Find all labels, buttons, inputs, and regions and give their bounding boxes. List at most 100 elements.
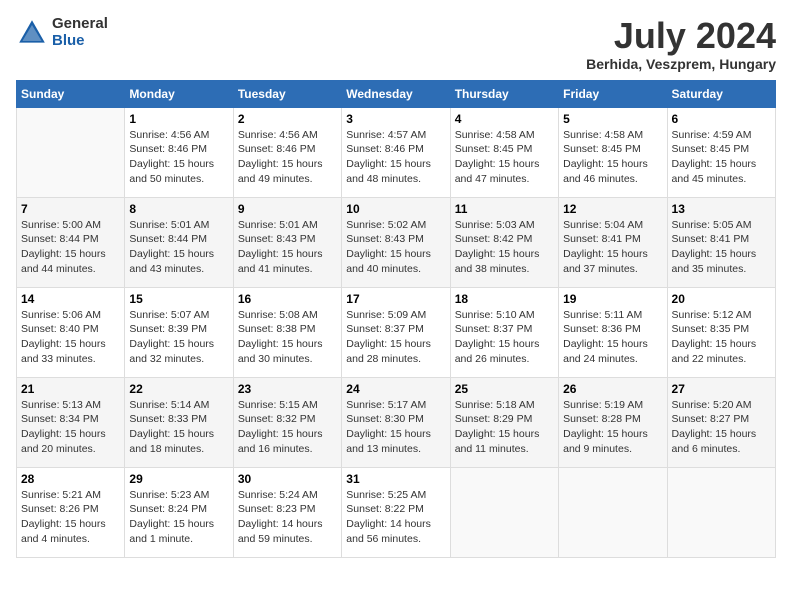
- day-info: Sunrise: 5:20 AMSunset: 8:27 PMDaylight:…: [672, 398, 771, 457]
- calendar-cell: 9Sunrise: 5:01 AMSunset: 8:43 PMDaylight…: [233, 197, 341, 287]
- weekday-header: Wednesday: [342, 80, 450, 107]
- day-info: Sunrise: 5:14 AMSunset: 8:33 PMDaylight:…: [129, 398, 228, 457]
- day-info: Sunrise: 5:05 AMSunset: 8:41 PMDaylight:…: [672, 218, 771, 277]
- day-info: Sunrise: 5:15 AMSunset: 8:32 PMDaylight:…: [238, 398, 337, 457]
- weekday-header: Sunday: [17, 80, 125, 107]
- calendar-cell: 30Sunrise: 5:24 AMSunset: 8:23 PMDayligh…: [233, 467, 341, 557]
- logo-blue-text: Blue: [52, 33, 108, 50]
- day-info: Sunrise: 5:11 AMSunset: 8:36 PMDaylight:…: [563, 308, 662, 367]
- calendar-cell: [450, 467, 558, 557]
- day-number: 17: [346, 292, 445, 306]
- logo: General Blue: [16, 16, 108, 49]
- calendar-cell: 23 Sunrise: 5:15 AMSunset: 8:32 PMDayligh…: [233, 377, 341, 467]
- day-info: Sunrise: 5:23 AMSunset: 8:24 PMDaylight:…: [129, 488, 228, 547]
- calendar-cell: 11Sunrise: 5:03 AMSunset: 8:42 PMDayligh…: [450, 197, 558, 287]
- day-info: Sunrise: 5:21 AMSunset: 8:26 PMDaylight:…: [21, 488, 120, 547]
- day-number: 26: [563, 382, 662, 396]
- logo-text: General Blue: [52, 16, 108, 49]
- calendar-cell: 27Sunrise: 5:20 AMSunset: 8:27 PMDayligh…: [667, 377, 775, 467]
- day-info: Sunrise: 5:10 AMSunset: 8:37 PMDaylight:…: [455, 308, 554, 367]
- calendar-cell: [559, 467, 667, 557]
- day-info: Sunrise: 5:25 AMSunset: 8:22 PMDaylight:…: [346, 488, 445, 547]
- day-info: Sunrise: 5:00 AMSunset: 8:44 PMDaylight:…: [21, 218, 120, 277]
- day-number: 28: [21, 472, 120, 486]
- calendar-cell: 12 Sunrise: 5:04 AMSunset: 8:41 PMDayligh…: [559, 197, 667, 287]
- day-number: 21: [21, 382, 120, 396]
- weekday-header: Monday: [125, 80, 233, 107]
- calendar-cell: 16Sunrise: 5:08 AMSunset: 8:38 PMDayligh…: [233, 287, 341, 377]
- day-number: 6: [672, 112, 771, 126]
- day-info: Sunrise: 5:03 AMSunset: 8:42 PMDaylight:…: [455, 218, 554, 277]
- calendar-week-row: 7 Sunrise: 5:00 AMSunset: 8:44 PMDaylight…: [17, 197, 776, 287]
- day-number: 14: [21, 292, 120, 306]
- calendar-cell: 8 Sunrise: 5:01 AMSunset: 8:44 PMDaylight…: [125, 197, 233, 287]
- weekday-header: Tuesday: [233, 80, 341, 107]
- day-info: Sunrise: 5:02 AMSunset: 8:43 PMDaylight:…: [346, 218, 445, 277]
- day-info: Sunrise: 5:01 AMSunset: 8:44 PMDaylight:…: [129, 218, 228, 277]
- day-number: 10: [346, 202, 445, 216]
- weekday-header: Thursday: [450, 80, 558, 107]
- calendar-cell: 31Sunrise: 5:25 AMSunset: 8:22 PMDayligh…: [342, 467, 450, 557]
- day-number: 22: [129, 382, 228, 396]
- day-info: Sunrise: 5:18 AMSunset: 8:29 PMDaylight:…: [455, 398, 554, 457]
- day-info: Sunrise: 4:58 AMSunset: 8:45 PMDaylight:…: [455, 128, 554, 187]
- day-info: Sunrise: 4:59 AMSunset: 8:45 PMDaylight:…: [672, 128, 771, 187]
- calendar-cell: 21Sunrise: 5:13 AMSunset: 8:34 PMDayligh…: [17, 377, 125, 467]
- day-number: 15: [129, 292, 228, 306]
- day-number: 5: [563, 112, 662, 126]
- day-info: Sunrise: 5:01 AMSunset: 8:43 PMDaylight:…: [238, 218, 337, 277]
- calendar-cell: 29Sunrise: 5:23 AMSunset: 8:24 PMDayligh…: [125, 467, 233, 557]
- day-info: Sunrise: 5:04 AMSunset: 8:41 PMDaylight:…: [563, 218, 662, 277]
- day-number: 12: [563, 202, 662, 216]
- calendar-cell: 26Sunrise: 5:19 AMSunset: 8:28 PMDayligh…: [559, 377, 667, 467]
- calendar-cell: 14 Sunrise: 5:06 AMSunset: 8:40 PMDayligh…: [17, 287, 125, 377]
- calendar-table: SundayMondayTuesdayWednesdayThursdayFrid…: [16, 80, 776, 558]
- day-info: Sunrise: 5:09 AMSunset: 8:37 PMDaylight:…: [346, 308, 445, 367]
- calendar-cell: 2 Sunrise: 4:56 AMSunset: 8:46 PMDaylight…: [233, 107, 341, 197]
- calendar-cell: 24Sunrise: 5:17 AMSunset: 8:30 PMDayligh…: [342, 377, 450, 467]
- day-info: Sunrise: 5:12 AMSunset: 8:35 PMDaylight:…: [672, 308, 771, 367]
- calendar-body: 1Sunrise: 4:56 AMSunset: 8:46 PMDaylight…: [17, 107, 776, 557]
- day-info: Sunrise: 4:56 AMSunset: 8:46 PMDaylight:…: [129, 128, 228, 187]
- day-number: 2: [238, 112, 337, 126]
- weekday-header: Saturday: [667, 80, 775, 107]
- calendar-cell: 10 Sunrise: 5:02 AMSunset: 8:43 PMDayligh…: [342, 197, 450, 287]
- calendar-cell: 6 Sunrise: 4:59 AMSunset: 8:45 PMDaylight…: [667, 107, 775, 197]
- day-number: 18: [455, 292, 554, 306]
- calendar-cell: [667, 467, 775, 557]
- day-info: Sunrise: 5:06 AMSunset: 8:40 PMDaylight:…: [21, 308, 120, 367]
- day-number: 3: [346, 112, 445, 126]
- day-info: Sunrise: 4:56 AMSunset: 8:46 PMDaylight:…: [238, 128, 337, 187]
- location-title: Berhida, Veszprem, Hungary: [586, 56, 776, 72]
- calendar-cell: 20 Sunrise: 5:12 AMSunset: 8:35 PMDayligh…: [667, 287, 775, 377]
- day-number: 8: [129, 202, 228, 216]
- day-number: 19: [563, 292, 662, 306]
- logo-icon: [16, 17, 48, 49]
- weekday-row: SundayMondayTuesdayWednesdayThursdayFrid…: [17, 80, 776, 107]
- calendar-cell: 13 Sunrise: 5:05 AMSunset: 8:41 PMDayligh…: [667, 197, 775, 287]
- logo-general-text: General: [52, 16, 108, 33]
- calendar-cell: 5 Sunrise: 4:58 AMSunset: 8:45 PMDaylight…: [559, 107, 667, 197]
- day-info: Sunrise: 4:58 AMSunset: 8:45 PMDaylight:…: [563, 128, 662, 187]
- calendar-cell: 3 Sunrise: 4:57 AMSunset: 8:46 PMDaylight…: [342, 107, 450, 197]
- day-number: 16: [238, 292, 337, 306]
- day-info: Sunrise: 4:57 AMSunset: 8:46 PMDaylight:…: [346, 128, 445, 187]
- calendar-week-row: 1Sunrise: 4:56 AMSunset: 8:46 PMDaylight…: [17, 107, 776, 197]
- calendar-cell: 1Sunrise: 4:56 AMSunset: 8:46 PMDaylight…: [125, 107, 233, 197]
- day-number: 20: [672, 292, 771, 306]
- day-number: 30: [238, 472, 337, 486]
- calendar-cell: [17, 107, 125, 197]
- calendar-cell: 28 Sunrise: 5:21 AMSunset: 8:26 PMDayligh…: [17, 467, 125, 557]
- calendar-week-row: 14 Sunrise: 5:06 AMSunset: 8:40 PMDayligh…: [17, 287, 776, 377]
- weekday-header: Friday: [559, 80, 667, 107]
- calendar-cell: 17 Sunrise: 5:09 AMSunset: 8:37 PMDayligh…: [342, 287, 450, 377]
- calendar-cell: 4 Sunrise: 4:58 AMSunset: 8:45 PMDaylight…: [450, 107, 558, 197]
- calendar-cell: 18 Sunrise: 5:10 AMSunset: 8:37 PMDayligh…: [450, 287, 558, 377]
- day-number: 4: [455, 112, 554, 126]
- page-header: General Blue July 2024 Berhida, Veszprem…: [16, 16, 776, 72]
- day-number: 7: [21, 202, 120, 216]
- calendar-cell: 7 Sunrise: 5:00 AMSunset: 8:44 PMDaylight…: [17, 197, 125, 287]
- day-number: 13: [672, 202, 771, 216]
- calendar-cell: 22 Sunrise: 5:14 AMSunset: 8:33 PMDayligh…: [125, 377, 233, 467]
- day-number: 23: [238, 382, 337, 396]
